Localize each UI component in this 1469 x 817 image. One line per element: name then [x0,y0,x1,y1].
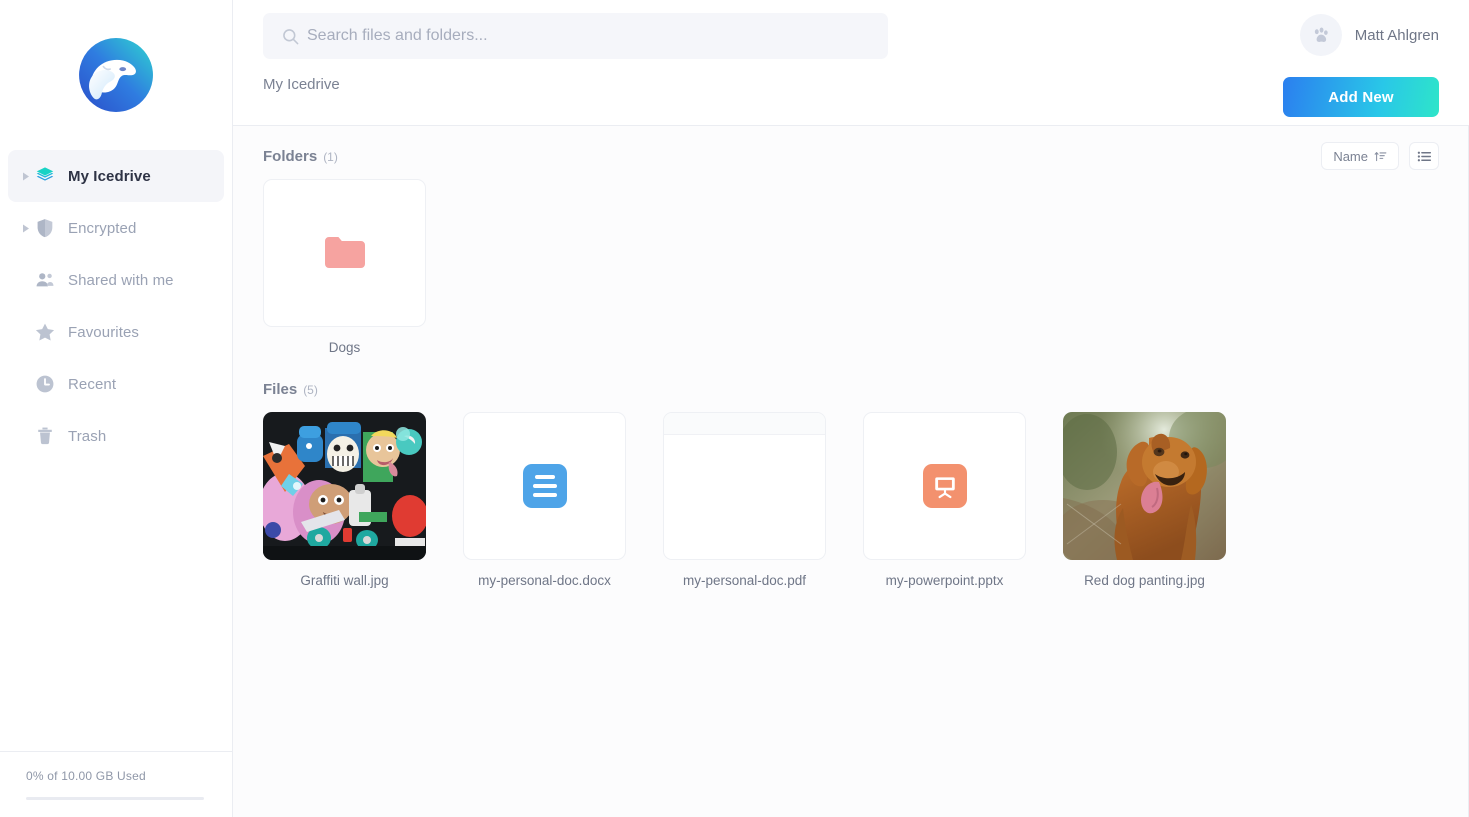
sidebar-item-recent[interactable]: Recent [8,358,224,410]
list-view-icon [1417,149,1432,164]
folders-title: Folders [263,148,317,165]
file-tile[interactable]: Red dog panting.jpg [1063,412,1226,588]
folder-name: Dogs [263,340,426,355]
presentation-icon [923,464,967,508]
sidebar-item-label: Encrypted [68,220,136,237]
file-name: Graffiti wall.jpg [263,573,426,588]
file-name: my-powerpoint.pptx [863,573,1026,588]
file-tile[interactable]: my-personal-doc.docx [463,412,626,588]
search-box[interactable] [263,13,888,59]
document-icon [523,464,567,508]
file-tile[interactable]: my-powerpoint.pptx [863,412,1026,588]
storage-progress-track [26,797,204,800]
folders-count: (1) [323,150,338,164]
list-view-button[interactable] [1409,142,1439,170]
file-thumbnail [263,412,426,560]
content-area: Folders (1) Name [233,126,1469,817]
sidebar-item-label: Shared with me [68,272,174,289]
pdf-header-strip [664,413,825,435]
search-row [263,0,1439,59]
shield-icon [34,217,68,239]
trash-icon [34,425,68,447]
icedrive-bear-logo-icon [74,33,158,117]
doc-line [533,484,557,488]
sort-ascending-icon [1374,150,1387,163]
file-tile[interactable]: my-personal-doc.pdf [663,412,826,588]
sidebar-item-favourites[interactable]: Favourites [8,306,224,358]
sort-button-label: Name [1333,149,1368,164]
files-grid: Graffiti wall.jpg my-personal-doc.docx [263,412,1439,588]
file-thumbnail [663,412,826,560]
file-tile[interactable]: Graffiti wall.jpg [263,412,426,588]
user-menu[interactable]: Matt Ahlgren [1300,14,1439,56]
files-title: Files [263,381,297,398]
storage-indicator: 0% of 10.00 GB Used [0,751,232,817]
file-name: my-personal-doc.pdf [663,573,826,588]
file-name: Red dog panting.jpg [1063,573,1226,588]
file-name: my-personal-doc.docx [463,573,626,588]
paw-print-icon [1310,24,1332,46]
user-name: Matt Ahlgren [1355,27,1439,44]
add-new-button[interactable]: Add New [1283,77,1439,117]
chevron-right-icon[interactable] [18,172,34,181]
sidebar-item-trash[interactable]: Trash [8,410,224,462]
clock-icon [34,373,68,395]
avatar [1300,14,1342,56]
files-section: Files (5) [263,381,1439,588]
folders-section-header: Folders (1) Name [263,148,1439,165]
breadcrumb-item-my-icedrive[interactable]: My Icedrive [263,76,340,93]
users-icon [34,269,68,291]
breadcrumb: My Icedrive [263,76,1439,93]
folder-icon [322,234,368,272]
storage-usage-text: 0% of 10.00 GB Used [26,769,206,783]
sidebar-item-label: Recent [68,376,116,393]
app-root: My Icedrive Encrypted [0,0,1469,817]
sidebar-nav: My Icedrive Encrypted [0,150,232,462]
sidebar-item-label: My Icedrive [68,168,151,185]
files-count: (5) [303,383,318,397]
file-thumbnail [463,412,626,560]
sort-button[interactable]: Name [1321,142,1399,170]
pdf-page-preview-icon [664,413,825,559]
search-input[interactable] [307,27,870,45]
main-area: Matt Ahlgren My Icedrive Add New Folders… [233,0,1469,817]
dog-photo-icon [1063,412,1226,560]
sidebar-item-encrypted[interactable]: Encrypted [8,202,224,254]
topbar: Matt Ahlgren My Icedrive Add New [233,0,1469,126]
folder-thumbnail [263,179,426,327]
layers-icon [34,165,68,187]
sidebar-item-label: Favourites [68,324,139,341]
sidebar: My Icedrive Encrypted [0,0,233,817]
sidebar-item-shared-with-me[interactable]: Shared with me [8,254,224,306]
search-icon [281,27,307,46]
doc-line [533,493,557,497]
doc-line [535,475,555,479]
chevron-right-icon[interactable] [18,224,34,233]
sidebar-item-my-icedrive[interactable]: My Icedrive [8,150,224,202]
folder-tile[interactable]: Dogs [263,179,426,355]
file-thumbnail [1063,412,1226,560]
folders-grid: Dogs [263,179,1439,355]
star-icon [34,321,68,343]
file-thumbnail [863,412,1026,560]
files-section-header: Files (5) [263,381,1439,398]
graffiti-photo-icon [263,412,426,560]
sidebar-item-label: Trash [68,428,106,445]
app-logo[interactable] [0,0,232,150]
view-tools: Name [1321,142,1439,170]
